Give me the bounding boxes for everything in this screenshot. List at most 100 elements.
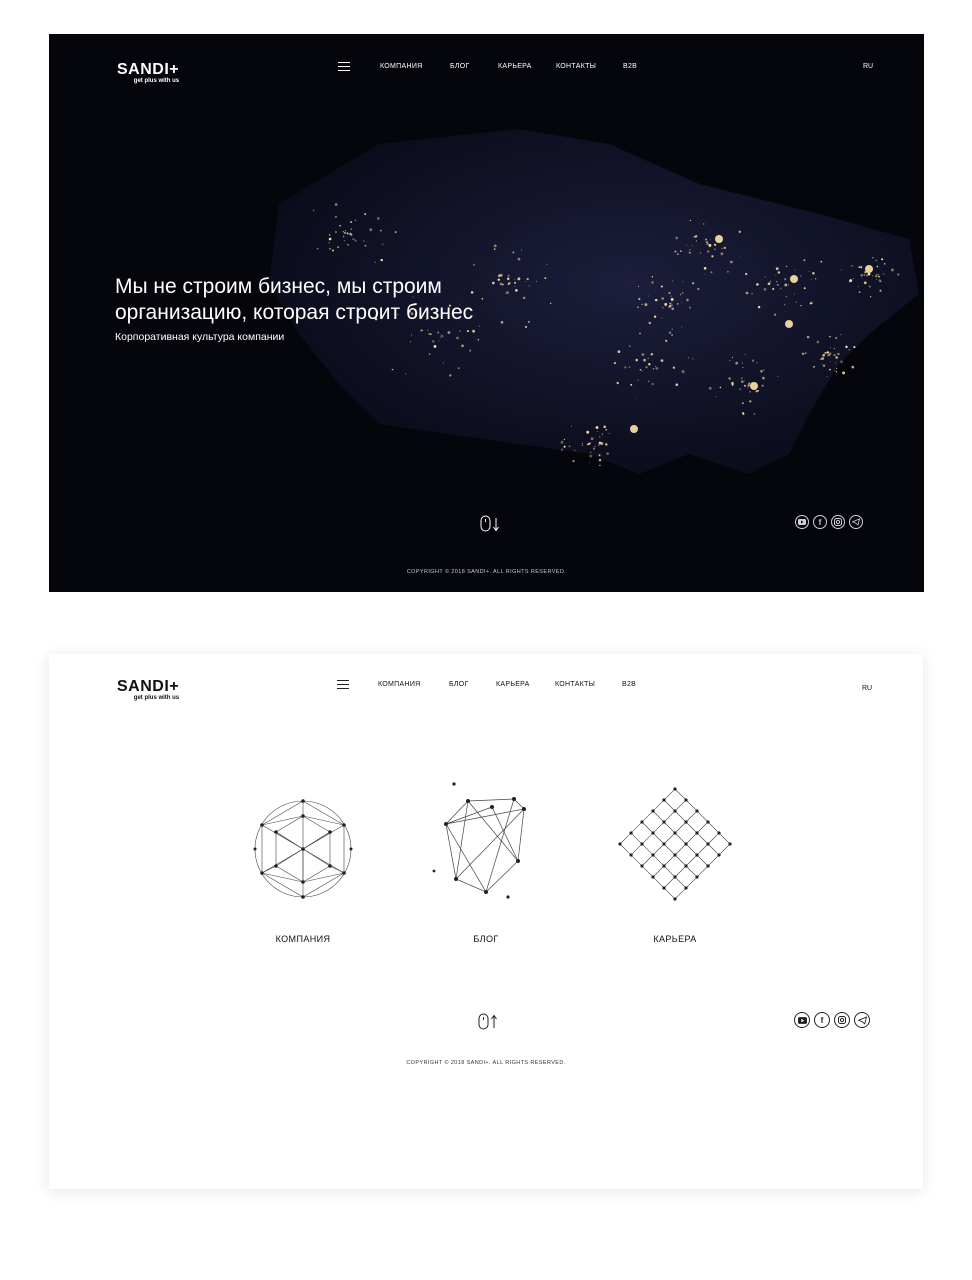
city-light xyxy=(647,357,649,359)
city-light xyxy=(641,353,645,356)
city-light xyxy=(763,369,765,371)
city-light xyxy=(331,249,335,252)
city-light xyxy=(636,398,638,400)
city-light xyxy=(681,370,685,374)
card-blog[interactable]: БЛОГ xyxy=(416,779,556,954)
nav-item-blog[interactable]: БЛОГ xyxy=(449,681,469,688)
city-light xyxy=(833,348,835,350)
grid-node xyxy=(662,886,666,890)
city-light xyxy=(653,315,657,318)
telegram-icon[interactable] xyxy=(849,515,863,529)
nav-item-company[interactable]: КОМПАНИЯ xyxy=(380,63,423,70)
city-light xyxy=(835,367,838,370)
city-light xyxy=(599,464,601,467)
city-light xyxy=(328,237,332,241)
instagram-icon[interactable] xyxy=(831,515,845,529)
city-light xyxy=(328,247,332,250)
city-light xyxy=(714,248,716,251)
instagram-icon[interactable] xyxy=(834,1012,850,1028)
city-light xyxy=(751,292,753,295)
city-light xyxy=(727,270,729,273)
city-light xyxy=(675,236,679,240)
city-light xyxy=(767,282,771,286)
city-light xyxy=(409,341,412,343)
city-light xyxy=(560,440,564,444)
scroll-down-indicator[interactable] xyxy=(480,514,502,539)
geodesic-sphere-icon xyxy=(253,799,353,899)
city-light xyxy=(353,238,355,240)
city-light xyxy=(875,278,878,280)
grid-node xyxy=(662,820,666,824)
city-light xyxy=(720,252,724,256)
mouse-scroll-up-icon xyxy=(478,1013,497,1030)
scroll-up-indicator[interactable] xyxy=(478,1012,500,1037)
city-light xyxy=(617,350,621,353)
city-light xyxy=(669,302,671,305)
card-company[interactable]: КОМПАНИЯ xyxy=(233,794,373,954)
city-light xyxy=(763,288,767,291)
grid-node xyxy=(717,853,721,857)
city-light xyxy=(710,271,713,274)
city-light xyxy=(820,260,823,263)
nav-item-b2b[interactable]: B2B xyxy=(622,681,636,688)
city-light xyxy=(704,273,706,275)
grid-node xyxy=(706,820,710,824)
city-light xyxy=(803,287,806,290)
city-light xyxy=(605,443,608,446)
city-light xyxy=(774,313,777,316)
city-light xyxy=(828,353,831,356)
card-career[interactable]: КАРЬЕРА xyxy=(605,784,745,954)
city-light xyxy=(872,275,874,277)
city-light xyxy=(670,302,672,304)
city-light xyxy=(822,363,824,365)
city-light xyxy=(837,352,840,356)
grid-node xyxy=(651,853,655,857)
logo[interactable]: SANDI+ get plus with us xyxy=(117,679,179,702)
menu-icon[interactable] xyxy=(337,680,349,689)
city-light xyxy=(668,331,672,335)
nav-item-career[interactable]: КАРЬЕРА xyxy=(496,681,530,688)
facebook-icon[interactable]: f xyxy=(814,1012,830,1028)
city-light xyxy=(648,363,650,365)
city-light xyxy=(813,366,815,368)
city-light xyxy=(863,281,867,285)
city-light xyxy=(826,351,830,354)
city-light xyxy=(313,209,315,211)
city-light xyxy=(868,285,871,288)
grid-node xyxy=(706,864,710,868)
city-light xyxy=(878,275,880,278)
city-light xyxy=(629,345,631,347)
city-light xyxy=(829,368,831,371)
city-light xyxy=(694,235,698,238)
facebook-icon[interactable]: f xyxy=(813,515,827,529)
nav-item-contacts[interactable]: КОНТАКТЫ xyxy=(555,681,595,688)
city-light xyxy=(897,273,900,276)
city-light xyxy=(671,280,674,282)
city-light xyxy=(469,349,472,352)
language-switcher[interactable]: RU xyxy=(863,63,873,70)
city-light xyxy=(524,325,528,328)
youtube-icon[interactable] xyxy=(795,515,809,529)
youtube-icon[interactable] xyxy=(794,1012,810,1028)
city-light xyxy=(845,345,848,349)
nav-item-blog[interactable]: БЛОГ xyxy=(450,63,470,70)
city-light xyxy=(586,430,590,434)
telegram-icon[interactable] xyxy=(854,1012,870,1028)
city-light xyxy=(420,329,423,332)
logo[interactable]: SANDI+ get plus with us xyxy=(117,62,179,85)
city-light xyxy=(651,276,654,278)
hero-headline: Мы не строим бизнес, мы строим организац… xyxy=(115,274,575,326)
city-light xyxy=(742,413,745,416)
language-switcher[interactable]: RU xyxy=(862,685,872,692)
nav-item-career[interactable]: КАРЬЕРА xyxy=(498,63,532,70)
nav-item-contacts[interactable]: КОНТАКТЫ xyxy=(556,63,596,70)
menu-icon[interactable] xyxy=(338,62,350,71)
city-light xyxy=(857,286,859,287)
grid-node xyxy=(684,820,688,824)
nav-item-company[interactable]: КОМПАНИЯ xyxy=(378,681,421,688)
city-light xyxy=(882,273,885,275)
nav-item-b2b[interactable]: B2B xyxy=(623,63,637,70)
city-light xyxy=(350,228,352,230)
city-light xyxy=(749,400,752,403)
city-light xyxy=(755,390,758,393)
